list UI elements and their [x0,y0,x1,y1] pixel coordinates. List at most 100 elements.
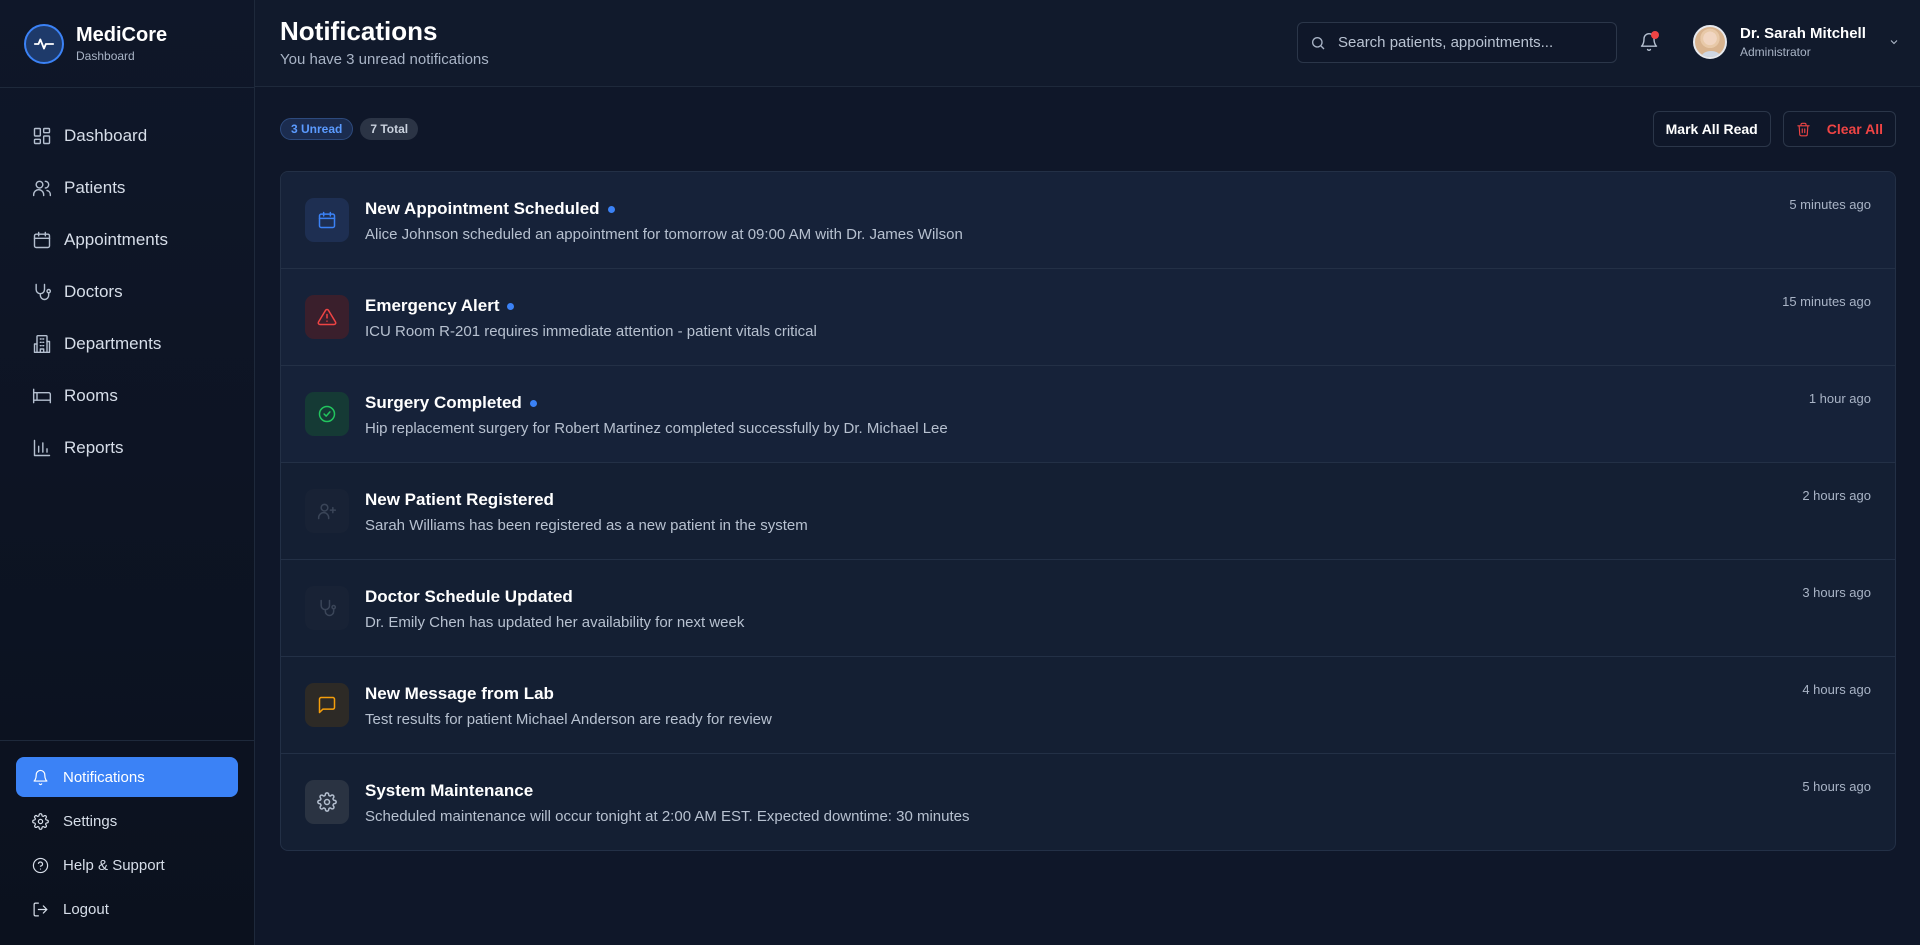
nav-item-dashboard[interactable]: Dashboard [0,110,254,162]
unread-dot [507,302,515,310]
sidebar-item-notifications[interactable]: Notifications [16,757,238,797]
notification-time: 15 minutes ago [1782,294,1871,309]
calendar-icon [33,231,51,249]
nav-label: Appointments [64,230,168,249]
sidebar-item-label: Notifications [63,768,145,786]
notification-message: Alice Johnson scheduled an appointment f… [365,226,963,243]
notification-time: 2 hours ago [1802,488,1871,503]
nav-item-reports[interactable]: Reports [0,422,254,474]
notification-item[interactable]: New Appointment Scheduled Alice Johnson … [281,172,1895,269]
sidebar-item-label: Settings [63,812,118,830]
notification-message: ICU Room R-201 requires immediate attent… [365,323,817,340]
notification-title: System Maintenance [365,781,534,800]
dashboard-icon [33,127,51,145]
unread-dot [529,399,537,407]
main-nav: Dashboard Patients Appointments Doctors … [0,88,254,474]
nav-item-appointments[interactable]: Appointments [0,214,254,266]
gear-icon [32,812,49,830]
nav-item-patients[interactable]: Patients [0,162,254,214]
sidebar-item-logout[interactable]: Logout [16,889,238,929]
logout-icon [33,902,48,916]
brand[interactable]: MediCore Dashboard [0,0,254,88]
sidebar-item-settings[interactable]: Settings [16,801,238,841]
gear-icon [305,780,349,824]
notification-item[interactable]: Emergency Alert ICU Room R-201 requires … [281,269,1895,366]
notification-time: 4 hours ago [1802,682,1871,697]
check-circle-icon [305,392,349,436]
stethoscope-icon [305,586,349,630]
avatar [1693,25,1727,59]
heartbeat-logo-icon [24,23,64,64]
brand-name: MediCore [76,24,168,46]
notification-time: 3 hours ago [1802,585,1871,600]
stethoscope-icon [35,283,52,301]
calendar-icon [305,198,349,242]
notification-message: Sarah Williams has been registered as a … [365,517,808,534]
bell-icon [33,769,48,785]
search-box[interactable] [1297,22,1617,63]
unread-indicator-dot [1651,31,1659,39]
notification-list: New Appointment Scheduled Alice Johnson … [280,171,1896,851]
sidebar-bottom: Notifications Settings Help & Support Lo… [0,740,254,945]
notification-message: Dr. Emily Chen has updated her availabil… [365,614,745,631]
help-circle-icon [32,857,49,873]
notification-time: 5 hours ago [1802,779,1871,794]
clear-all-label: Clear All [1826,121,1883,137]
nav-item-doctors[interactable]: Doctors [0,266,254,318]
sidebar-item-label: Logout [63,900,109,918]
bar-chart-icon [33,439,51,457]
notification-message: Test results for patient Michael Anderso… [365,711,772,728]
notification-time: 5 minutes ago [1789,197,1871,212]
notification-title: New Appointment Scheduled [365,199,600,218]
notification-title: Doctor Schedule Updated [365,587,573,606]
nav-item-rooms[interactable]: Rooms [0,370,254,422]
user-menu[interactable]: Dr. Sarah Mitchell Administrator [1693,25,1900,59]
notification-message: Hip replacement surgery for Robert Marti… [365,420,948,437]
chevron-down-icon [1890,40,1898,45]
notification-message: Scheduled maintenance will occur tonight… [365,808,970,825]
notification-title: Emergency Alert [365,296,500,315]
alert-triangle-icon [305,295,349,339]
nav-label: Departments [64,334,162,353]
notification-item[interactable]: System Maintenance Scheduled maintenance… [281,754,1895,850]
nav-item-departments[interactable]: Departments [0,318,254,370]
sidebar: MediCore Dashboard Dashboard Patients Ap… [0,0,255,945]
mark-all-read-button[interactable]: Mark All Read [1652,111,1771,147]
user-plus-icon [305,489,349,533]
notification-item[interactable]: New Message from Lab Test results for pa… [281,657,1895,754]
notifications-bell-button[interactable] [1639,31,1661,54]
nav-label: Reports [64,438,124,457]
top-header: Notifications You have 3 unread notifica… [255,0,1920,87]
notification-title: Surgery Completed [365,393,522,412]
nav-label: Patients [64,178,126,197]
unread-count-badge: 3 Unread [280,118,354,140]
bed-icon [32,388,52,404]
trash-icon [1797,122,1810,136]
page-title: Notifications [280,16,438,46]
notification-item[interactable]: Surgery Completed Hip replacement surger… [281,366,1895,463]
search-input[interactable] [1338,34,1608,51]
nav-label: Rooms [64,386,118,405]
unread-dot [607,205,615,213]
building-icon [33,334,51,354]
notification-actions: Mark All Read Clear All [1652,111,1896,147]
sidebar-item-label: Help & Support [63,856,165,874]
sidebar-item-help[interactable]: Help & Support [16,845,238,885]
notification-title: New Message from Lab [365,684,554,703]
notification-title: New Patient Registered [365,490,554,509]
nav-label: Doctors [64,282,123,301]
notification-item[interactable]: Doctor Schedule Updated Dr. Emily Chen h… [281,560,1895,657]
notification-item[interactable]: New Patient Registered Sarah Williams ha… [281,463,1895,560]
clear-all-button[interactable]: Clear All [1782,111,1896,147]
search-icon [1312,36,1325,49]
nav-label: Dashboard [64,126,148,145]
page-subtitle: You have 3 unread notifications [280,51,489,68]
brand-subtitle: Dashboard [76,49,135,63]
user-role: Administrator [1740,45,1811,59]
user-name: Dr. Sarah Mitchell [1740,25,1866,42]
notification-counts: 3 Unread 7 Total [280,118,419,140]
message-square-icon [305,683,349,727]
notification-time: 1 hour ago [1808,391,1871,406]
users-icon [32,180,52,197]
total-count-badge: 7 Total [360,118,419,140]
